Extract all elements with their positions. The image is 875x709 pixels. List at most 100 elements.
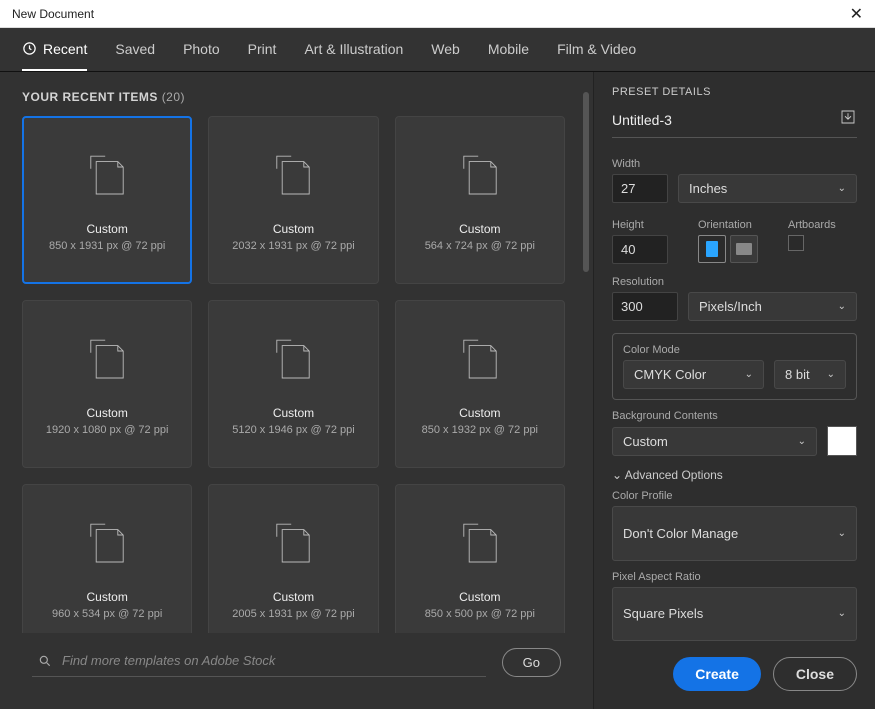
preset-dimensions: 2032 x 1931 px @ 72 ppi [232,240,354,252]
document-icon [453,149,507,208]
tab-label: Mobile [488,41,529,57]
chevron-down-icon: ⌄ [838,528,846,539]
recent-panel: YOUR RECENT ITEMS (20) Custom 850 x 1931… [0,72,593,709]
preset-card[interactable]: Custom 2005 x 1931 px @ 72 ppi [208,484,378,633]
document-icon [453,517,507,576]
preset-name: Custom [232,222,354,236]
preset-dimensions: 850 x 500 px @ 72 ppi [425,608,535,620]
width-input[interactable]: 27 [612,174,668,203]
document-icon [80,149,134,208]
tab-label: Art & Illustration [304,41,403,57]
background-swatch[interactable] [827,426,857,456]
preset-name: Custom [422,406,538,420]
recent-header-label: YOUR RECENT ITEMS [22,90,158,104]
document-icon [453,333,507,392]
document-icon [266,333,320,392]
document-icon [266,517,320,576]
preset-dimensions: 960 x 534 px @ 72 ppi [52,608,162,620]
document-icon [266,149,320,208]
tab-film[interactable]: Film & Video [557,29,636,71]
resolution-unit-select[interactable]: Pixels/Inch⌄ [688,292,857,321]
pixel-aspect-label: Pixel Aspect Ratio [612,571,857,583]
resolution-input[interactable]: 300 [612,292,678,321]
search-input[interactable]: Find more templates on Adobe Stock [32,647,486,677]
preset-details-title: PRESET DETAILS [612,86,857,98]
bit-depth-select[interactable]: 8 bit⌄ [774,360,846,389]
color-mode-select[interactable]: CMYK Color⌄ [623,360,764,389]
go-button[interactable]: Go [502,648,561,677]
chevron-down-icon: ⌄ [838,183,846,194]
preset-dimensions: 850 x 1932 px @ 72 ppi [422,424,538,436]
save-preset-icon[interactable] [839,108,857,131]
chevron-down-icon: ⌄ [838,608,846,619]
tab-photo[interactable]: Photo [183,29,220,71]
tab-label: Recent [43,41,87,57]
resolution-label: Resolution [612,276,857,288]
preset-dimensions: 1920 x 1080 px @ 72 ppi [46,424,168,436]
orientation-label: Orientation [698,219,758,231]
preset-name: Custom [52,590,162,604]
preset-dimensions: 5120 x 1946 px @ 72 ppi [232,424,354,436]
tab-label: Print [248,41,277,57]
tab-recent[interactable]: Recent [22,29,87,71]
preset-card[interactable]: Custom 850 x 1931 px @ 72 ppi [22,116,192,284]
tab-saved[interactable]: Saved [115,29,155,71]
title-bar: New Document ✕ [0,0,875,28]
chevron-down-icon: ⌄ [838,301,846,312]
document-icon [80,517,134,576]
create-button[interactable]: Create [673,657,761,691]
preset-card[interactable]: Custom 5120 x 1946 px @ 72 ppi [208,300,378,468]
tab-web[interactable]: Web [431,29,460,71]
preset-dimensions: 564 x 724 px @ 72 ppi [425,240,535,252]
chevron-down-icon: ⌄ [745,369,753,380]
close-icon[interactable]: ✕ [850,4,863,24]
preset-details-panel: PRESET DETAILS Untitled-3 Width 27 Inche… [593,72,875,709]
unit-select[interactable]: Inches⌄ [678,174,857,203]
tab-label: Film & Video [557,41,636,57]
orientation-portrait-button[interactable] [698,235,726,263]
chevron-down-icon: ⌄ [798,436,806,447]
artboards-checkbox[interactable] [788,235,804,251]
scrollbar[interactable] [583,92,589,322]
background-select[interactable]: Custom⌄ [612,427,817,456]
category-tabs: Recent Saved Photo Print Art & Illustrat… [0,28,875,72]
tab-label: Web [431,41,460,57]
color-mode-label: Color Mode [623,344,846,356]
preset-name: Custom [425,590,535,604]
search-icon [38,654,52,668]
orientation-landscape-button[interactable] [730,235,758,263]
pixel-aspect-select[interactable]: Square Pixels⌄ [612,587,857,642]
close-button[interactable]: Close [773,657,857,691]
color-profile-label: Color Profile [612,490,857,502]
color-mode-group: Color Mode CMYK Color⌄ 8 bit⌄ [612,333,857,400]
tab-label: Saved [115,41,155,57]
height-input[interactable]: 40 [612,235,668,264]
preset-dimensions: 850 x 1931 px @ 72 ppi [49,240,165,252]
tab-print[interactable]: Print [248,29,277,71]
preset-name: Custom [46,406,168,420]
color-profile-select[interactable]: Don't Color Manage⌄ [612,506,857,561]
preset-name: Custom [232,406,354,420]
background-label: Background Contents [612,410,857,422]
preset-name: Custom [232,590,354,604]
tab-label: Photo [183,41,220,57]
preset-dimensions: 2005 x 1931 px @ 72 ppi [232,608,354,620]
clock-icon [22,41,37,56]
preset-card[interactable]: Custom 2032 x 1931 px @ 72 ppi [208,116,378,284]
preset-grid: Custom 850 x 1931 px @ 72 ppi Custom 203… [22,116,571,633]
search-placeholder: Find more templates on Adobe Stock [62,653,275,668]
preset-card[interactable]: Custom 850 x 500 px @ 72 ppi [395,484,565,633]
preset-card[interactable]: Custom 850 x 1932 px @ 72 ppi [395,300,565,468]
recent-count: (20) [162,90,185,104]
document-icon [80,333,134,392]
window-title: New Document [12,7,94,21]
document-name-input[interactable]: Untitled-3 [612,112,672,128]
width-label: Width [612,158,857,170]
tab-art[interactable]: Art & Illustration [304,29,403,71]
preset-name: Custom [425,222,535,236]
preset-card[interactable]: Custom 960 x 534 px @ 72 ppi [22,484,192,633]
tab-mobile[interactable]: Mobile [488,29,529,71]
preset-card[interactable]: Custom 1920 x 1080 px @ 72 ppi [22,300,192,468]
preset-card[interactable]: Custom 564 x 724 px @ 72 ppi [395,116,565,284]
advanced-options-toggle[interactable]: Advanced Options [612,468,857,482]
